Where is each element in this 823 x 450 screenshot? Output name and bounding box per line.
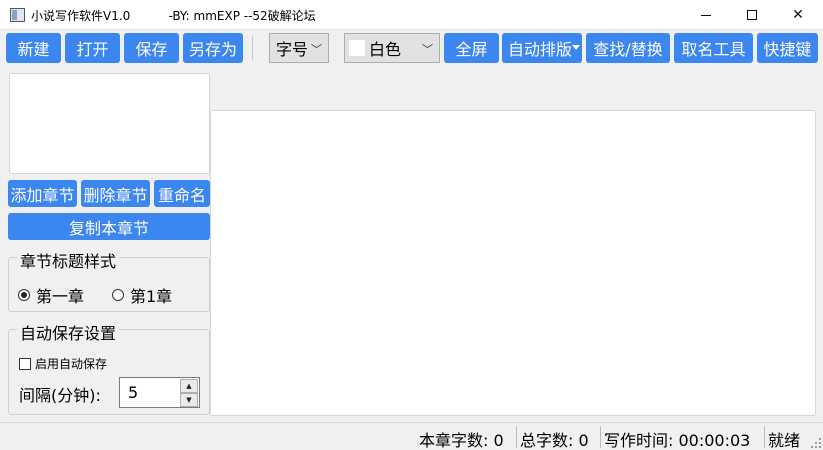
radio-unselected-icon <box>112 289 124 301</box>
minimize-button[interactable] <box>683 0 729 30</box>
spin-up-arrow-icon[interactable]: ▲ <box>180 379 198 393</box>
radio-style-arabic[interactable]: 第1章 <box>112 283 172 307</box>
naming-tool-button[interactable]: 取名工具 <box>674 33 753 63</box>
add-chapter-button[interactable]: 添加章节 <box>8 180 77 207</box>
radio-selected-icon <box>18 289 30 301</box>
dropdown-arrow-icon <box>572 45 580 50</box>
status-bar: 本章字数: 0 总字数: 0 写作时间: 00:00:03 就绪 <box>0 422 823 450</box>
toolbar-separator <box>252 36 253 60</box>
delete-chapter-button[interactable]: 删除章节 <box>81 180 150 207</box>
window-title: 小说写作软件V1.0 -BY: mmEXP --52破解论坛 <box>31 9 316 23</box>
interval-label: 间隔(分钟): <box>19 386 101 405</box>
color-select[interactable]: 白色 ﹀ <box>344 33 440 63</box>
status-state: 就绪 <box>768 431 801 450</box>
color-swatch <box>349 40 365 56</box>
checkbox-icon <box>19 357 31 370</box>
radio-style-chinese[interactable]: 第一章 <box>18 283 84 307</box>
auto-layout-button[interactable]: 自动排版 <box>502 33 582 63</box>
total-word-count: 总字数: 0 <box>520 431 589 450</box>
find-replace-button[interactable]: 查找/替换 <box>586 33 670 63</box>
close-icon: ✕ <box>792 7 804 23</box>
writing-time: 写作时间: 00:00:03 <box>604 431 751 450</box>
chapter-list[interactable] <box>9 73 210 174</box>
radio-label: 第1章 <box>130 287 173 306</box>
rename-chapter-button[interactable]: 重命名 <box>154 180 210 207</box>
title-style-group: 章节标题样式 第一章 第1章 <box>8 248 210 312</box>
title-style-label: 章节标题样式 <box>17 248 120 272</box>
new-button[interactable]: 新建 <box>6 33 61 63</box>
resize-grip-icon[interactable] <box>811 438 821 448</box>
font-size-select[interactable]: 字号 ﹀ <box>269 33 329 63</box>
interval-value[interactable]: 5 <box>128 383 138 402</box>
chevron-down-icon: ﹀ <box>422 43 433 56</box>
minimize-icon <box>701 14 711 16</box>
save-as-button[interactable]: 另存为 <box>183 33 243 63</box>
status-separator <box>516 426 517 448</box>
maximize-icon <box>747 10 757 20</box>
close-button[interactable]: ✕ <box>775 0 821 30</box>
autosave-group: 自动保存设置 启用自动保存 间隔(分钟): 5 ▲ ▼ <box>8 320 210 415</box>
auto-layout-label: 自动排版 <box>508 40 573 59</box>
copy-chapter-button[interactable]: 复制本章节 <box>8 213 210 240</box>
font-size-value: 字号 <box>276 40 309 59</box>
autosave-enable-label: 启用自动保存 <box>35 357 108 371</box>
radio-label: 第一章 <box>36 287 85 306</box>
app-icon <box>10 8 25 22</box>
open-button[interactable]: 打开 <box>65 33 120 63</box>
shortcuts-button[interactable]: 快捷键 <box>757 33 818 63</box>
interval-spinbox[interactable]: 5 ▲ ▼ <box>119 377 200 408</box>
autosave-label: 自动保存设置 <box>17 320 120 344</box>
chevron-down-icon: ﹀ <box>311 43 322 56</box>
editor-text-area[interactable] <box>210 110 816 416</box>
chapter-word-count: 本章字数: 0 <box>419 431 504 450</box>
autosave-checkbox[interactable]: 启用自动保存 <box>19 355 107 372</box>
status-separator <box>764 426 765 448</box>
maximize-button[interactable] <box>729 0 775 30</box>
left-panel: 添加章节 删除章节 重命名 复制本章节 章节标题样式 第一章 第1章 自动保存设… <box>3 69 213 419</box>
title-bar: 小说写作软件V1.0 -BY: mmEXP --52破解论坛 ✕ <box>0 0 823 30</box>
spin-down-arrow-icon[interactable]: ▼ <box>180 393 198 407</box>
color-value: 白色 <box>369 40 402 59</box>
save-button[interactable]: 保存 <box>124 33 179 63</box>
fullscreen-button[interactable]: 全屏 <box>444 33 499 63</box>
status-separator <box>600 426 601 448</box>
